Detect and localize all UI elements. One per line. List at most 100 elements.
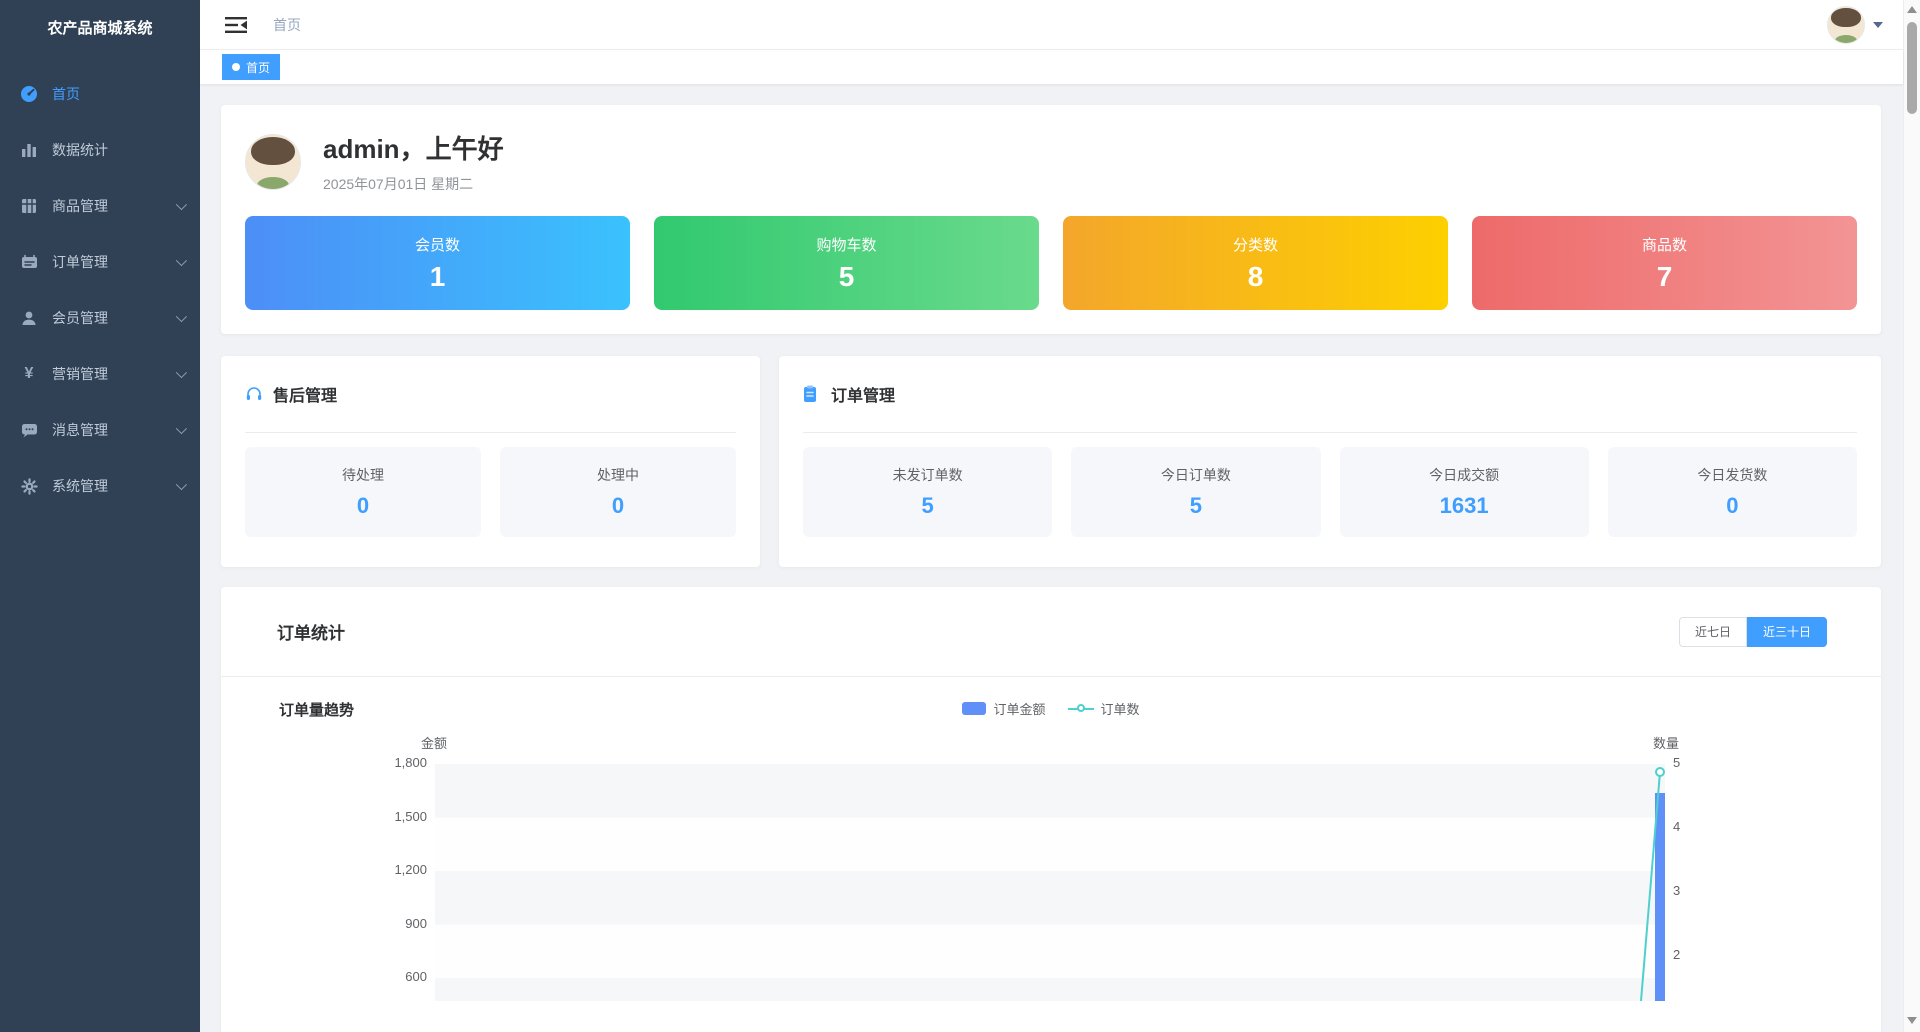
orders-today-amount-card: 今日成交额 1631 (1340, 447, 1589, 537)
app-title: 农产品商城系统 (0, 0, 200, 48)
sidebar-item-label: 数据统计 (52, 140, 184, 160)
sidebar-item-messages[interactable]: 消息管理 (0, 402, 200, 458)
stat-card-categories: 分类数 8 (1063, 216, 1448, 310)
stat-card-carts: 购物车数 5 (654, 216, 1039, 310)
legend-order-count[interactable]: 订单数 (1068, 699, 1140, 718)
stat-label: 今日发货数 (1697, 465, 1767, 485)
stat-value: 5 (839, 261, 855, 293)
y-right-tick: 4 (1673, 819, 1680, 834)
stat-value: 0 (1726, 493, 1738, 519)
stat-label: 商品数 (1642, 234, 1687, 255)
y-axis-right-name: 数量 (1653, 733, 1679, 752)
breadcrumb[interactable]: 首页 (273, 15, 301, 35)
order-count-line (435, 764, 1665, 1001)
orders-today-count-card: 今日订单数 5 (1071, 447, 1320, 537)
chart-plot-area: 金额 数量 1,800 1,500 1,200 900 600 5 4 3 2 (221, 731, 1881, 1001)
legend-label: 订单数 (1101, 699, 1140, 718)
chevron-down-icon (176, 367, 187, 378)
range-7d-button[interactable]: 近七日 (1679, 617, 1747, 647)
tab-label: 首页 (246, 59, 270, 76)
message-icon (20, 421, 38, 439)
sidebar-item-marketing[interactable]: ¥ 营销管理 (0, 346, 200, 402)
page-content: admin，上午好 2025年07月01日 星期二 会员数 1 购物车数 5 分… (200, 84, 1903, 1032)
aftersale-processing-card: 处理中 0 (500, 447, 736, 537)
user-avatar[interactable] (1827, 6, 1865, 44)
scroll-down-icon[interactable] (1907, 1017, 1917, 1024)
chart-grid (435, 764, 1665, 1001)
headset-icon (245, 385, 263, 403)
range-button-group: 近七日 近三十日 (1679, 617, 1827, 647)
bar-chart-icon (20, 141, 38, 159)
stat-label: 处理中 (597, 465, 639, 485)
orders-panel: 订单管理 未发订单数 5 今日订单数 5 今日成交额 16 (779, 356, 1881, 567)
y-left-tick: 600 (341, 969, 427, 984)
y-left-tick: 1,500 (341, 809, 427, 824)
panel-title: 售后管理 (273, 382, 337, 406)
chart-legend: 订单金额 订单数 (221, 699, 1881, 718)
stat-label: 今日订单数 (1161, 465, 1231, 485)
chevron-down-icon (176, 479, 187, 490)
main-area: 首页 首页 admin，上午好 2025年07月01日 星期二 (200, 0, 1903, 1032)
greeting-text: admin，上午好 (323, 129, 504, 166)
legend-label: 订单金额 (993, 699, 1045, 718)
aftersale-panel: 售后管理 待处理 0 处理中 0 (221, 356, 760, 567)
stat-value: 5 (1190, 493, 1202, 519)
sidebar-collapse-icon[interactable] (225, 15, 247, 35)
chevron-down-icon (176, 255, 187, 266)
y-right-tick: 5 (1673, 755, 1680, 770)
sidebar-item-label: 系统管理 (52, 476, 176, 496)
line-swatch-icon (1068, 708, 1094, 710)
sidebar-item-label: 营销管理 (52, 364, 176, 384)
app-root: 农产品商城系统 首页 数据统计 商品管理 (0, 0, 1920, 1032)
y-left-tick: 900 (341, 916, 427, 931)
scrollbar-thumb[interactable] (1907, 22, 1917, 114)
dashboard-icon (20, 85, 38, 103)
tags-bar: 首页 (200, 50, 1903, 84)
sidebar-item-label: 消息管理 (52, 420, 176, 440)
y-left-tick: 1,800 (341, 755, 427, 770)
bar-swatch-icon (962, 702, 986, 715)
sidebar-item-label: 商品管理 (52, 196, 176, 216)
sidebar: 农产品商城系统 首页 数据统计 商品管理 (0, 0, 200, 1032)
stat-value: 1 (430, 261, 446, 293)
yen-icon: ¥ (20, 365, 38, 383)
sidebar-item-home[interactable]: 首页 (0, 66, 200, 122)
vertical-scrollbar[interactable] (1903, 0, 1920, 1032)
sidebar-nav: 首页 数据统计 商品管理 订单管理 (0, 66, 200, 514)
date-text: 2025年07月01日 星期二 (323, 174, 504, 194)
top-header: 首页 (200, 0, 1903, 50)
sidebar-item-system[interactable]: 系统管理 (0, 458, 200, 514)
y-right-tick: 2 (1673, 947, 1680, 962)
clipboard-icon (803, 385, 821, 403)
sidebar-item-orders[interactable]: 订单管理 (0, 234, 200, 290)
stat-value: 8 (1248, 261, 1264, 293)
chevron-down-icon (176, 311, 187, 322)
sidebar-item-label: 首页 (52, 84, 184, 104)
sidebar-item-label: 订单管理 (52, 252, 176, 272)
grid-icon (20, 197, 38, 215)
chevron-down-icon[interactable] (1873, 22, 1883, 28)
stat-label: 分类数 (1233, 234, 1278, 255)
sidebar-item-products[interactable]: 商品管理 (0, 178, 200, 234)
chevron-down-icon (176, 423, 187, 434)
active-dot-icon (232, 63, 240, 71)
y-axis-left-name: 金额 (361, 733, 447, 752)
avatar (245, 134, 301, 190)
range-30d-button[interactable]: 近三十日 (1747, 617, 1827, 647)
tab-home[interactable]: 首页 (222, 54, 280, 80)
sidebar-item-label: 会员管理 (52, 308, 176, 328)
welcome-card: admin，上午好 2025年07月01日 星期二 会员数 1 购物车数 5 分… (221, 105, 1881, 334)
panel-title: 订单统计 (277, 619, 345, 644)
y-right-tick: 3 (1673, 883, 1680, 898)
sidebar-item-members[interactable]: 会员管理 (0, 290, 200, 346)
stat-value: 7 (1657, 261, 1673, 293)
stat-label: 今日成交额 (1429, 465, 1499, 485)
stat-label: 会员数 (415, 234, 460, 255)
chevron-down-icon (176, 199, 187, 210)
sidebar-item-statistics[interactable]: 数据统计 (0, 122, 200, 178)
user-icon (20, 309, 38, 327)
legend-order-amount[interactable]: 订单金额 (962, 699, 1045, 718)
order-icon (20, 253, 38, 271)
order-statistics-panel: 订单统计 近七日 近三十日 订单量趋势 订单金额 (221, 587, 1881, 1032)
scroll-up-icon[interactable] (1907, 6, 1917, 13)
